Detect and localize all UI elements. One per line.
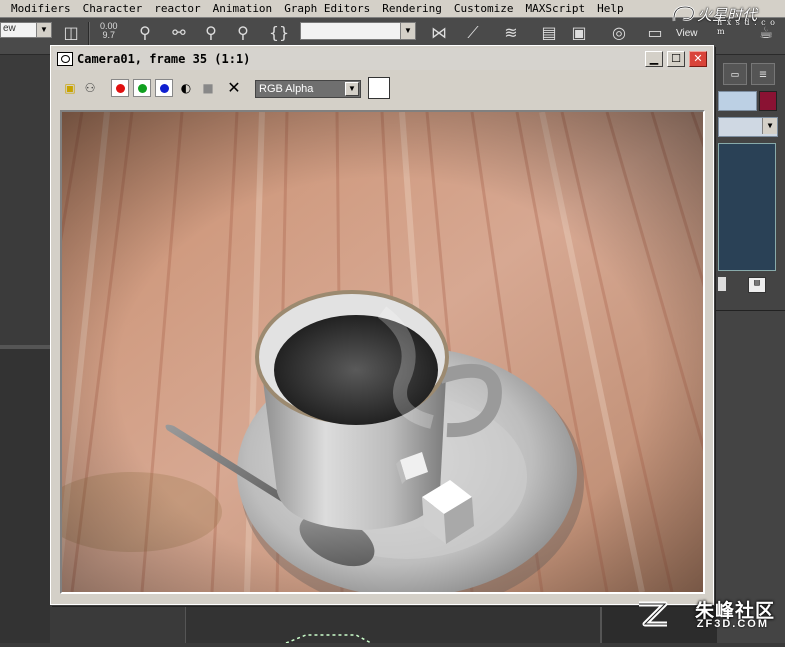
save-icon[interactable]: ▣ bbox=[61, 79, 79, 97]
viewport-bottom-center[interactable] bbox=[185, 605, 601, 644]
menu-bar: Modifiers Character reactor Animation Gr… bbox=[0, 0, 785, 18]
material-editor-icon[interactable]: ◎ bbox=[608, 21, 630, 45]
align-icon[interactable]: ⟋ bbox=[462, 21, 484, 45]
green-channel-button[interactable] bbox=[133, 79, 151, 97]
display-panel-icon[interactable]: ▭ bbox=[723, 63, 747, 85]
minimize-button[interactable]: ▁ bbox=[645, 51, 663, 67]
bind-space-warp-icon[interactable]: ⚲ bbox=[200, 21, 222, 45]
mirror-icon[interactable]: ⋈ bbox=[428, 21, 450, 45]
maximize-button[interactable]: ☐ bbox=[667, 51, 685, 67]
blue-channel-button[interactable] bbox=[155, 79, 173, 97]
menu-reactor[interactable]: reactor bbox=[148, 2, 206, 15]
reference-coordinate-combo[interactable]: ew ▼ bbox=[0, 22, 52, 38]
menu-modifiers[interactable]: Modifiers bbox=[0, 2, 77, 15]
window-titlebar[interactable]: Camera01, frame 35 (1:1) ▁ ☐ ✕ bbox=[53, 48, 710, 70]
green-dot-icon bbox=[138, 84, 147, 93]
blue-dot-icon bbox=[160, 84, 169, 93]
menu-rendering[interactable]: Rendering bbox=[376, 2, 448, 15]
window-app-icon bbox=[57, 52, 73, 66]
configure-modifier-sets-icon[interactable]: ▤ bbox=[748, 277, 766, 293]
zf-logo-icon bbox=[639, 601, 668, 627]
named-selection-combo[interactable]: ▼ bbox=[300, 22, 416, 40]
unlink-icon[interactable]: ⚯ bbox=[168, 21, 190, 45]
chevron-down-icon: ▼ bbox=[36, 23, 51, 37]
menu-graph-editors[interactable]: Graph Editors bbox=[278, 2, 376, 15]
schematic-view-icon[interactable]: ▣ bbox=[568, 21, 590, 45]
watermark-en: ZF3D.COM bbox=[696, 618, 769, 630]
window-title: Camera01, frame 35 (1:1) bbox=[77, 52, 251, 66]
menu-animation[interactable]: Animation bbox=[207, 2, 279, 15]
pin-stack-button[interactable] bbox=[718, 277, 726, 291]
menu-maxscript[interactable]: MAXScript bbox=[520, 2, 592, 15]
color-swatch[interactable] bbox=[368, 77, 390, 99]
channel-display-select[interactable]: RGB Alpha ▼ bbox=[255, 80, 361, 98]
render-scene-icon[interactable]: ▭ bbox=[644, 21, 666, 45]
viewport-bottom-left[interactable] bbox=[0, 349, 50, 643]
curve-editor-icon[interactable]: ▤ bbox=[538, 21, 560, 45]
watermark: 朱峰社区 ZF3D.COM bbox=[635, 596, 775, 634]
spinner-snap-value: 0.00 9.7 bbox=[100, 21, 118, 40]
chevron-down-icon: ▼ bbox=[762, 118, 777, 134]
clear-icon[interactable]: ✕ bbox=[225, 79, 243, 97]
menu-help[interactable]: Help bbox=[591, 2, 630, 15]
modifier-list-dropdown[interactable]: ▼ bbox=[718, 117, 778, 137]
channel-display-value: RGB Alpha bbox=[259, 83, 314, 95]
layer-manager-icon[interactable]: ≋ bbox=[500, 21, 522, 45]
panel-divider bbox=[715, 310, 785, 311]
red-dot-icon bbox=[116, 84, 125, 93]
rendered-frame-window[interactable]: Camera01, frame 35 (1:1) ▁ ☐ ✕ ▣ ⚇ ◐ ■ ✕… bbox=[50, 45, 714, 605]
named-selection-icon[interactable]: {} bbox=[268, 21, 290, 45]
render-canvas[interactable] bbox=[60, 110, 705, 594]
menu-character[interactable]: Character bbox=[77, 2, 149, 15]
utilities-panel-icon[interactable]: ≡ bbox=[751, 63, 775, 85]
angle-snap-icon[interactable]: ⚲ bbox=[232, 21, 254, 45]
chevron-down-icon: ▼ bbox=[400, 23, 415, 39]
clone-icon[interactable]: ⚇ bbox=[81, 79, 99, 97]
object-name-field[interactable] bbox=[718, 91, 757, 111]
rendered-image bbox=[62, 112, 703, 592]
alpha-channel-icon[interactable]: ■ bbox=[199, 79, 217, 97]
close-button[interactable]: ✕ bbox=[689, 51, 707, 67]
render-window-toolbar: ▣ ⚇ ◐ ■ ✕ RGB Alpha ▼ bbox=[55, 76, 705, 102]
red-channel-button[interactable] bbox=[111, 79, 129, 97]
select-link-icon[interactable]: ⚲ bbox=[134, 21, 156, 45]
brand-logo: 火星时代 h x s d . c o m bbox=[671, 1, 781, 36]
chevron-down-icon: ▼ bbox=[345, 82, 359, 96]
brand-logo-sub: h x s d . c o m bbox=[717, 18, 776, 36]
viewport-top-left[interactable] bbox=[0, 55, 50, 349]
grid-gizmo bbox=[285, 634, 372, 644]
menu-customize[interactable]: Customize bbox=[448, 2, 520, 15]
object-color-swatch[interactable] bbox=[759, 91, 777, 111]
mono-icon[interactable]: ◐ bbox=[177, 79, 195, 97]
modifier-stack-list[interactable] bbox=[718, 143, 776, 271]
reference-coordinate-value: ew bbox=[3, 23, 16, 34]
brand-swirl-icon bbox=[672, 5, 695, 22]
spinner-snap-readout: 0.00 9.7 bbox=[100, 22, 118, 40]
pivot-icon[interactable]: ◫ bbox=[60, 21, 82, 45]
